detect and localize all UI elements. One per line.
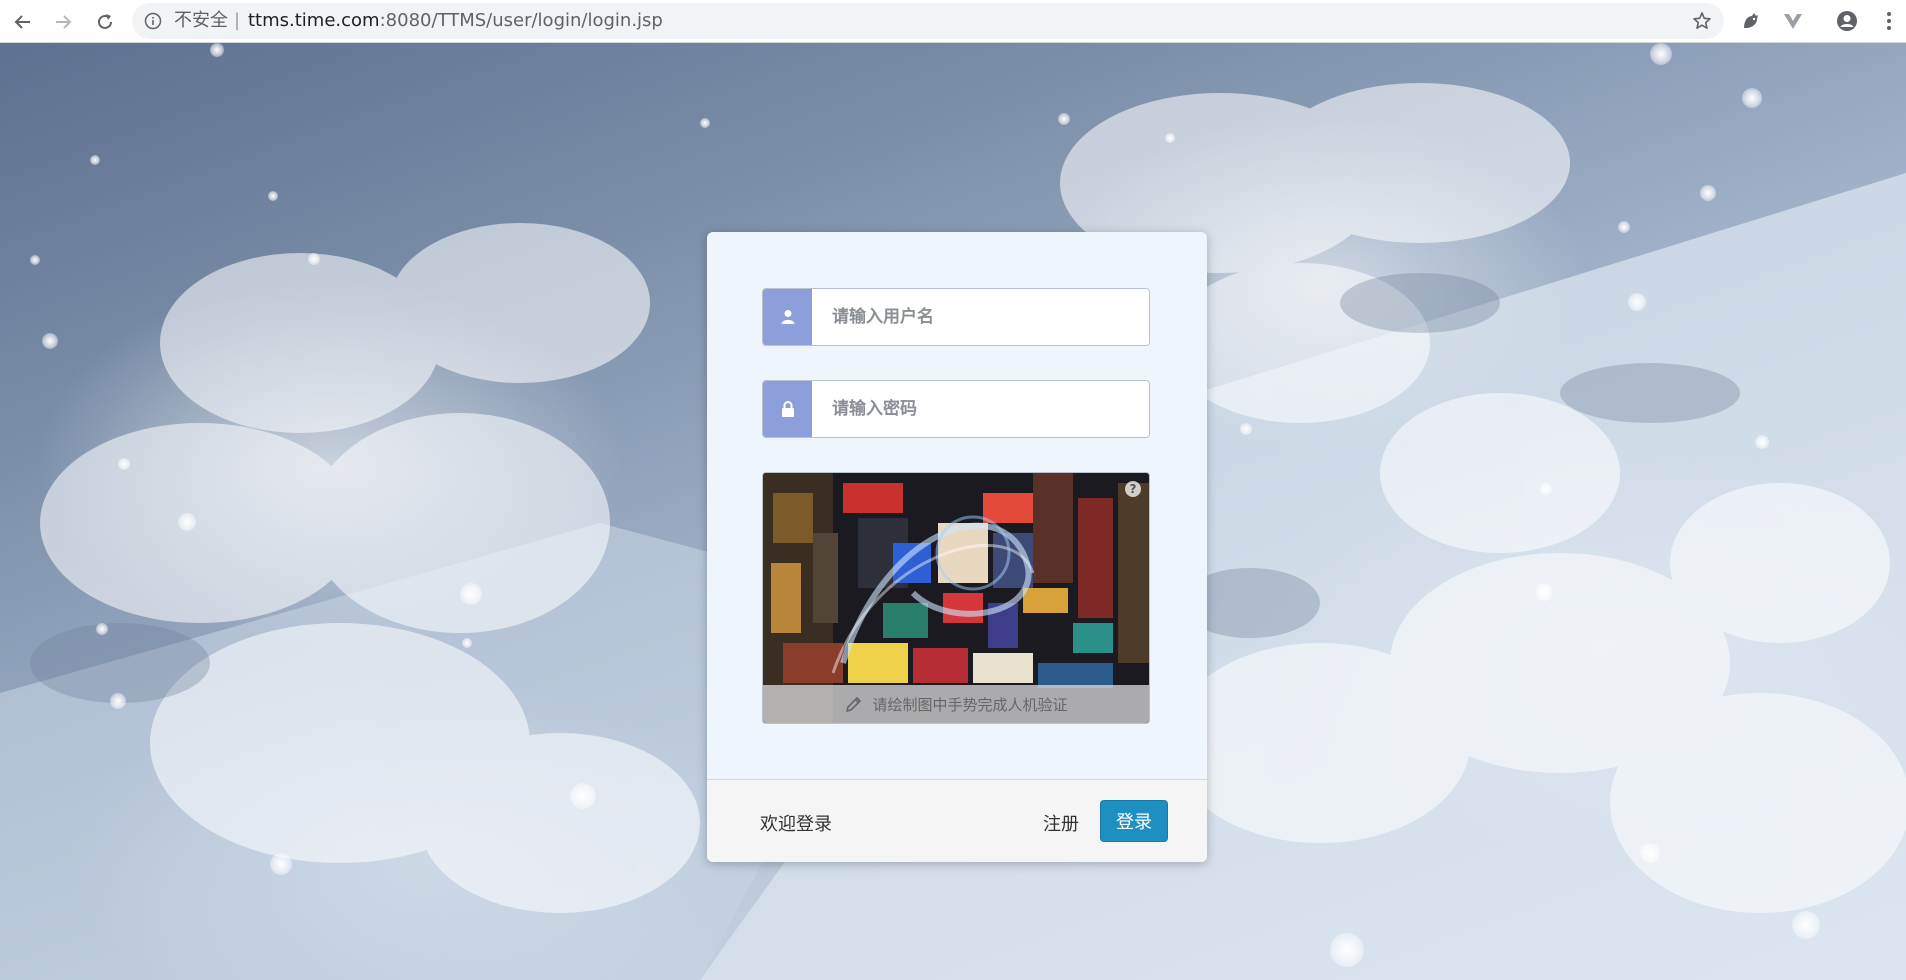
url-text: ttms.time.com:8080/TTMS/user/login/login…: [248, 10, 663, 31]
snowflake: [1640, 843, 1660, 863]
snowflake: [308, 253, 320, 265]
info-icon[interactable]: [144, 12, 162, 30]
snowflake: [570, 783, 596, 809]
browser-toolbar: 不安全 | ttms.time.com:8080/TTMS/user/login…: [0, 0, 1906, 43]
username-field: [762, 288, 1150, 346]
snowflake: [30, 255, 40, 265]
user-icon: [763, 289, 812, 345]
login-footer: 欢迎登录 注册 登录: [707, 779, 1207, 862]
snowflake: [460, 583, 482, 605]
password-input[interactable]: [812, 381, 1149, 437]
address-bar[interactable]: 不安全 | ttms.time.com:8080/TTMS/user/login…: [132, 3, 1724, 39]
snowflake: [118, 458, 130, 470]
snowflake: [1165, 133, 1175, 143]
login-panel: ? 请绘制图中手势完成人机验证 欢迎登录 注册 登录: [707, 232, 1207, 862]
snowflake: [1240, 423, 1252, 435]
omnibox-separator: |: [234, 10, 241, 31]
welcome-text: 欢迎登录: [760, 814, 832, 835]
captcha-hint-text: 请绘制图中手势完成人机验证: [872, 695, 1068, 714]
login-button[interactable]: 登录: [1100, 800, 1168, 842]
snowflake: [110, 693, 126, 709]
snowflake: [1742, 88, 1762, 108]
snowflake: [1330, 933, 1364, 967]
bookmark-star-icon[interactable]: [1692, 11, 1712, 31]
snowflake: [1650, 43, 1672, 65]
snowflake: [270, 853, 292, 875]
snowflake: [1700, 185, 1716, 201]
snowflake: [1058, 113, 1070, 125]
pencil-icon: [846, 697, 862, 712]
password-field: [762, 380, 1150, 438]
menu-icon[interactable]: [1878, 10, 1900, 32]
snowflake: [700, 118, 710, 128]
extension-icon[interactable]: [1782, 10, 1804, 32]
captcha-hint-bar: 请绘制图中手势完成人机验证: [763, 685, 1149, 723]
reload-icon[interactable]: [92, 9, 118, 35]
snowflake: [90, 155, 100, 165]
back-arrow-icon[interactable]: [10, 9, 36, 35]
snowflake: [462, 638, 472, 648]
snowflake: [1535, 583, 1553, 601]
snowflake: [1755, 435, 1769, 449]
snowflake: [96, 623, 108, 635]
security-status: 不安全: [174, 10, 228, 31]
snowflake: [268, 191, 278, 201]
extension-icon[interactable]: [1740, 10, 1762, 32]
snowflake: [1540, 483, 1552, 495]
username-input[interactable]: [812, 289, 1149, 345]
snowflake: [42, 333, 58, 349]
forward-arrow-icon[interactable]: [50, 9, 76, 35]
lock-icon: [763, 381, 812, 437]
snowflake: [1628, 293, 1646, 311]
account-icon[interactable]: [1836, 10, 1858, 32]
gesture-captcha[interactable]: ? 请绘制图中手势完成人机验证: [762, 472, 1150, 724]
register-link[interactable]: 注册: [1043, 810, 1079, 836]
snowflake: [210, 43, 224, 57]
snowflake: [178, 513, 196, 531]
snowflake: [1618, 221, 1630, 233]
captcha-help-icon[interactable]: ?: [1125, 481, 1141, 497]
snowflake: [1792, 911, 1820, 939]
